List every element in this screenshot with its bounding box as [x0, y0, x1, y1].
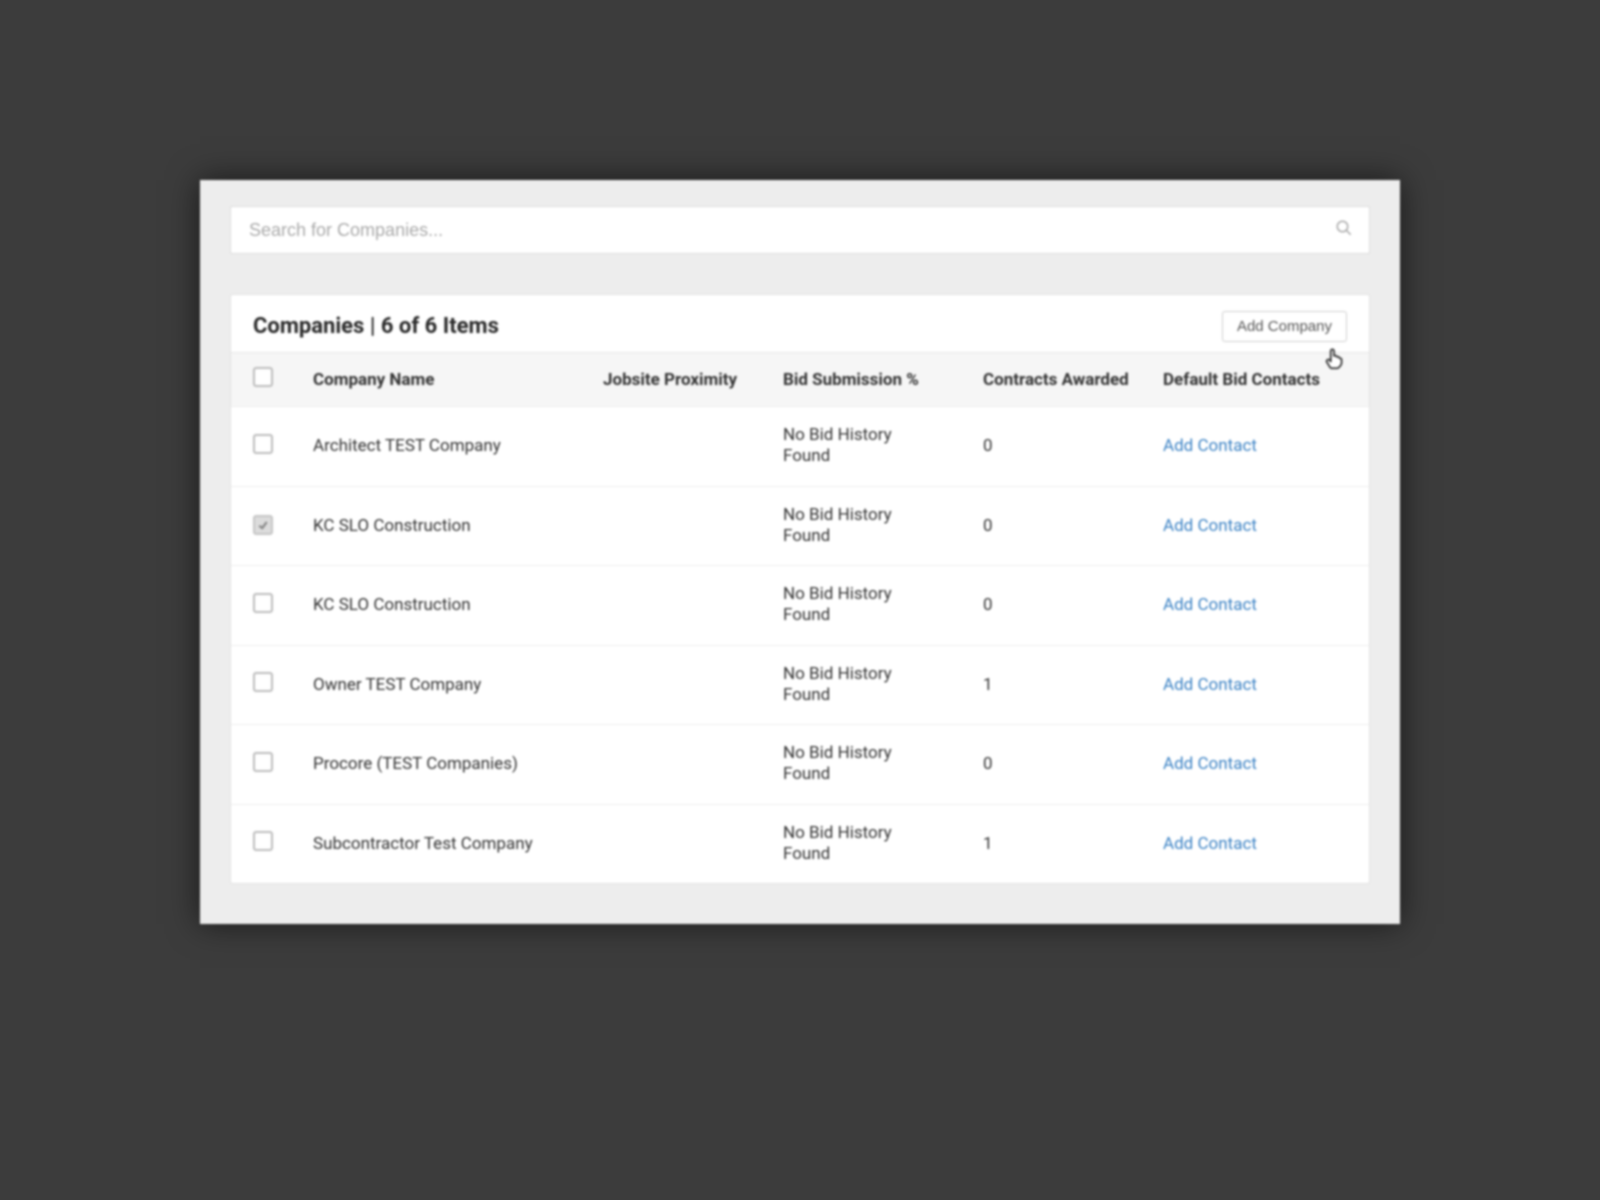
- add-contact-link[interactable]: Add Contact: [1163, 595, 1257, 615]
- contracts-awarded-cell: 1: [983, 834, 1163, 854]
- row-checkbox[interactable]: [253, 434, 273, 454]
- row-checkbox[interactable]: [253, 672, 273, 692]
- row-checkbox[interactable]: [253, 593, 273, 613]
- bid-submission-cell: No Bid History Found: [783, 584, 933, 627]
- company-name-cell[interactable]: Architect TEST Company: [313, 436, 603, 456]
- contracts-awarded-cell: 0: [983, 436, 1163, 456]
- contracts-awarded-cell: 1: [983, 675, 1163, 695]
- row-checkbox[interactable]: [253, 831, 273, 851]
- table-row: KC SLO Construction No Bid History Found 0…: [231, 565, 1369, 645]
- add-contact-link[interactable]: Add Contact: [1163, 834, 1257, 854]
- table-row: Owner TEST Company No Bid History Found 1A…: [231, 645, 1369, 725]
- search-input[interactable]: [247, 219, 1335, 242]
- table-row: Procore (TEST Companies) No Bid History F…: [231, 724, 1369, 804]
- companies-table: Company Name Jobsite Proximity Bid Submi…: [231, 352, 1369, 883]
- bid-submission-cell: No Bid History Found: [783, 505, 933, 548]
- add-company-button[interactable]: Add Company: [1222, 311, 1347, 342]
- app-panel: Companies | 6 of 6 Items Add Company: [200, 180, 1400, 924]
- col-company-name[interactable]: Company Name: [313, 370, 603, 390]
- bid-submission-cell: No Bid History Found: [783, 823, 933, 866]
- contracts-awarded-cell: 0: [983, 595, 1163, 615]
- row-checkbox[interactable]: [253, 515, 273, 535]
- add-contact-link[interactable]: Add Contact: [1163, 675, 1257, 695]
- col-default-bid-contacts[interactable]: Default Bid Contacts: [1163, 370, 1347, 390]
- company-name-cell[interactable]: KC SLO Construction: [313, 516, 603, 536]
- company-name-cell[interactable]: Procore (TEST Companies): [313, 754, 603, 774]
- company-name-cell[interactable]: Subcontractor Test Company: [313, 834, 603, 854]
- contracts-awarded-cell: 0: [983, 754, 1163, 774]
- select-all-checkbox[interactable]: [253, 367, 273, 387]
- table-row: Subcontractor Test Company No Bid History…: [231, 804, 1369, 884]
- row-checkbox[interactable]: [253, 752, 273, 772]
- bid-submission-cell: No Bid History Found: [783, 743, 933, 786]
- col-contracts-awarded[interactable]: Contracts Awarded: [983, 370, 1163, 390]
- add-contact-link[interactable]: Add Contact: [1163, 516, 1257, 536]
- table-row: Architect TEST Company No Bid History Fou…: [231, 406, 1369, 486]
- company-name-cell[interactable]: Owner TEST Company: [313, 675, 603, 695]
- companies-card: Companies | 6 of 6 Items Add Company: [230, 294, 1370, 884]
- search-icon: [1335, 219, 1353, 242]
- bid-submission-cell: No Bid History Found: [783, 664, 933, 707]
- col-bid-submission[interactable]: Bid Submission %: [783, 370, 983, 390]
- card-title: Companies | 6 of 6 Items: [253, 314, 499, 339]
- table-row: KC SLO Construction No Bid History Found 0…: [231, 486, 1369, 566]
- company-name-cell[interactable]: KC SLO Construction: [313, 595, 603, 615]
- contracts-awarded-cell: 0: [983, 516, 1163, 536]
- col-jobsite-proximity[interactable]: Jobsite Proximity: [603, 370, 783, 390]
- search-bar[interactable]: [230, 206, 1370, 254]
- add-contact-link[interactable]: Add Contact: [1163, 436, 1257, 456]
- add-contact-link[interactable]: Add Contact: [1163, 754, 1257, 774]
- bid-submission-cell: No Bid History Found: [783, 425, 933, 468]
- table-header-row: Company Name Jobsite Proximity Bid Submi…: [231, 352, 1369, 406]
